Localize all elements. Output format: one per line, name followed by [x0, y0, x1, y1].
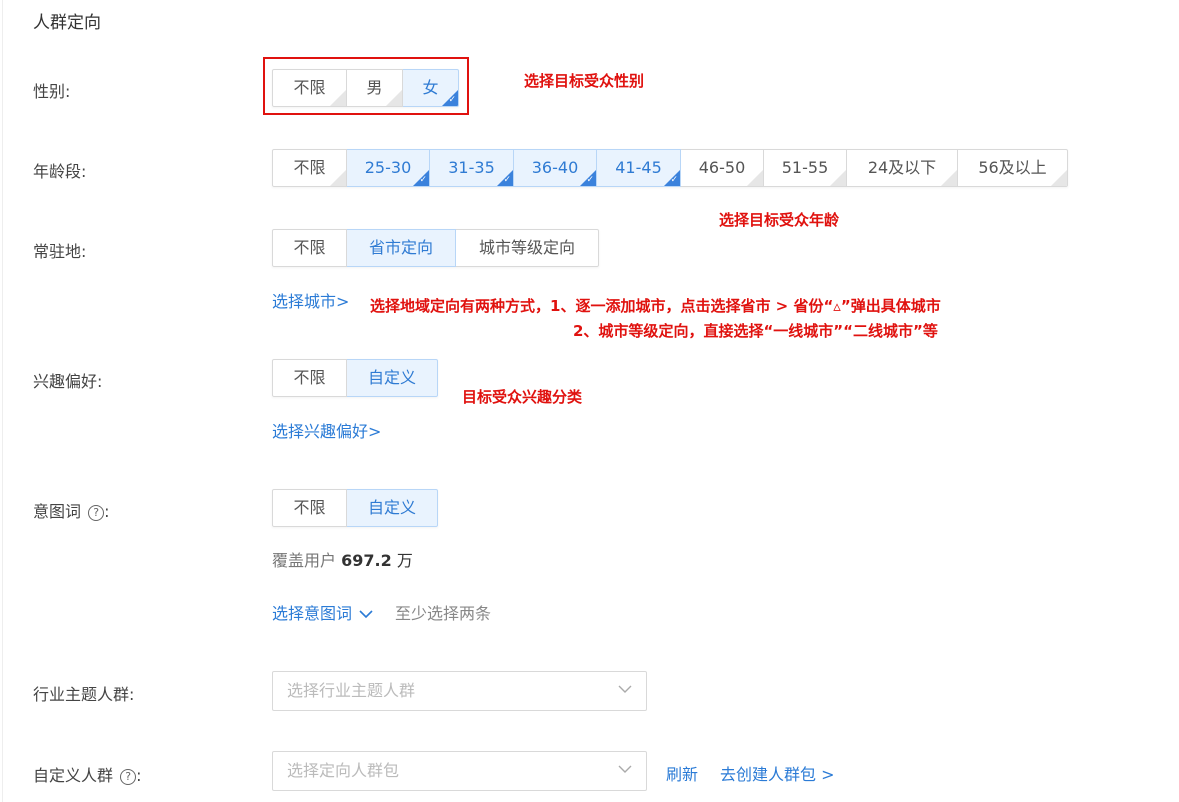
- age-option-46-50[interactable]: 46-50: [681, 149, 764, 187]
- age-label: 年龄段:: [33, 162, 87, 181]
- industry-placeholder: 选择行业主题人群: [287, 681, 416, 700]
- annotation-interest: 目标受众兴趣分类: [462, 388, 583, 406]
- check-icon: ✓: [419, 175, 427, 185]
- intent-label: 意图词 ?:: [33, 498, 110, 522]
- interest-option-custom[interactable]: 自定义: [347, 359, 438, 397]
- intent-option-custom[interactable]: 自定义: [347, 489, 438, 527]
- check-icon: ✓: [670, 175, 678, 185]
- intent-hint: 至少选择两条: [395, 604, 492, 623]
- chevron-down-icon: [359, 610, 373, 619]
- intent-option-any[interactable]: 不限: [272, 489, 347, 527]
- age-option-25-30[interactable]: 25-30 ✓: [347, 149, 430, 187]
- select-interest-link[interactable]: 选择兴趣偏好>: [272, 418, 381, 442]
- chevron-down-icon: [618, 672, 632, 710]
- age-option-56-above[interactable]: 56及以上: [958, 149, 1068, 187]
- residence-option-any[interactable]: 不限: [272, 229, 347, 267]
- create-crowd-link[interactable]: 去创建人群包 >: [720, 761, 835, 785]
- select-city-link[interactable]: 选择城市>: [272, 288, 349, 312]
- age-option-24-below[interactable]: 24及以下: [847, 149, 958, 187]
- refresh-link[interactable]: 刷新: [666, 761, 698, 785]
- residence-options: 不限 省市定向 城市等级定向: [272, 229, 599, 267]
- annotation-region-1: 选择地域定向有两种方式，1、逐一添加城市，点击选择省市 > 省份“▵”弹出具体城…: [370, 297, 941, 315]
- interest-label: 兴趣偏好:: [33, 372, 103, 391]
- chevron-down-icon: [618, 752, 632, 790]
- select-intent-label: 选择意图词: [272, 604, 353, 623]
- coverage-prefix: 覆盖用户: [272, 551, 337, 570]
- industry-select[interactable]: 选择行业主题人群: [272, 671, 647, 711]
- annotation-age: 选择目标受众年龄: [719, 211, 840, 229]
- select-intent-link[interactable]: 选择意图词: [272, 600, 373, 624]
- intent-options: 不限 自定义: [272, 489, 438, 527]
- section-title: 人群定向: [33, 13, 101, 33]
- coverage-unit: 万: [396, 551, 413, 570]
- custom-label-colon: :: [136, 766, 142, 785]
- residence-option-city-tier[interactable]: 城市等级定向: [456, 229, 599, 267]
- residence-label: 常驻地:: [33, 242, 87, 261]
- industry-label: 行业主题人群:: [33, 685, 135, 704]
- custom-crowd-placeholder: 选择定向人群包: [287, 761, 400, 780]
- residence-option-province-city[interactable]: 省市定向: [347, 229, 456, 267]
- age-option-51-55[interactable]: 51-55: [764, 149, 847, 187]
- custom-label-text: 自定义人群: [33, 766, 114, 785]
- interest-option-any[interactable]: 不限: [272, 359, 347, 397]
- age-option-36-40[interactable]: 36-40 ✓: [514, 149, 597, 187]
- left-divider: [2, 0, 3, 802]
- interest-options: 不限 自定义: [272, 359, 438, 397]
- coverage-text: 覆盖用户 697.2 万: [272, 547, 413, 571]
- highlight-box-gender: [263, 57, 469, 115]
- annotation-gender: 选择目标受众性别: [524, 72, 645, 90]
- custom-crowd-select[interactable]: 选择定向人群包: [272, 751, 647, 791]
- question-circle-icon[interactable]: ?: [88, 505, 105, 521]
- intent-label-text: 意图词: [33, 502, 82, 521]
- gender-label: 性别:: [33, 82, 71, 101]
- age-option-41-45[interactable]: 41-45 ✓: [597, 149, 681, 187]
- check-icon: ✓: [586, 175, 594, 185]
- intent-label-colon: :: [104, 502, 110, 521]
- age-option-31-35[interactable]: 31-35 ✓: [430, 149, 514, 187]
- coverage-value: 697.2: [341, 551, 392, 570]
- annotation-region-2: 2、城市等级定向，直接选择“一线城市”“二线城市”等: [573, 322, 938, 340]
- age-options: 不限 25-30 ✓ 31-35 ✓ 36-40 ✓ 41-45 ✓ 46-50 51-…: [272, 149, 1068, 187]
- custom-label: 自定义人群 ?:: [33, 762, 142, 786]
- question-circle-icon[interactable]: ?: [120, 769, 137, 785]
- age-option-any[interactable]: 不限: [272, 149, 347, 187]
- check-icon: ✓: [503, 175, 511, 185]
